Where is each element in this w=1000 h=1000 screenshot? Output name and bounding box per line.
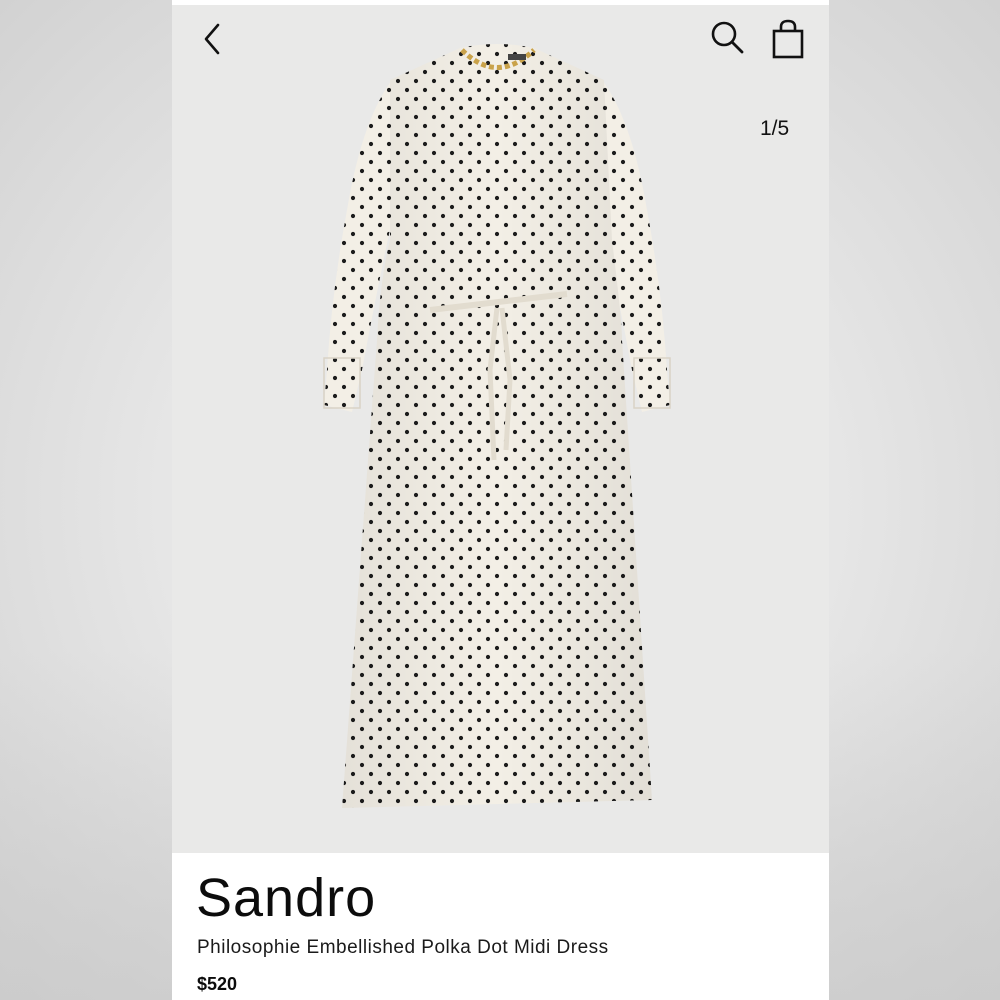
product-info: Sandro Philosophie Embellished Polka Dot… <box>172 853 829 1000</box>
chevron-left-icon <box>204 23 220 55</box>
shopping-bag-button[interactable] <box>768 17 808 61</box>
product-title: Philosophie Embellished Polka Dot Midi D… <box>197 937 609 958</box>
search-button[interactable] <box>707 17 747 57</box>
product-image-dress <box>323 44 671 808</box>
brand-name[interactable]: Sandro <box>196 867 376 929</box>
back-button[interactable] <box>194 19 234 59</box>
product-page: 1/5 Sandro Philosophie Embellished Polka… <box>172 0 829 1000</box>
shopping-bag-icon <box>772 19 804 59</box>
product-price: $520 <box>197 974 238 994</box>
search-icon <box>711 21 744 54</box>
product-image-gallery[interactable]: 1/5 <box>172 5 829 853</box>
image-counter: 1/5 <box>760 117 790 140</box>
